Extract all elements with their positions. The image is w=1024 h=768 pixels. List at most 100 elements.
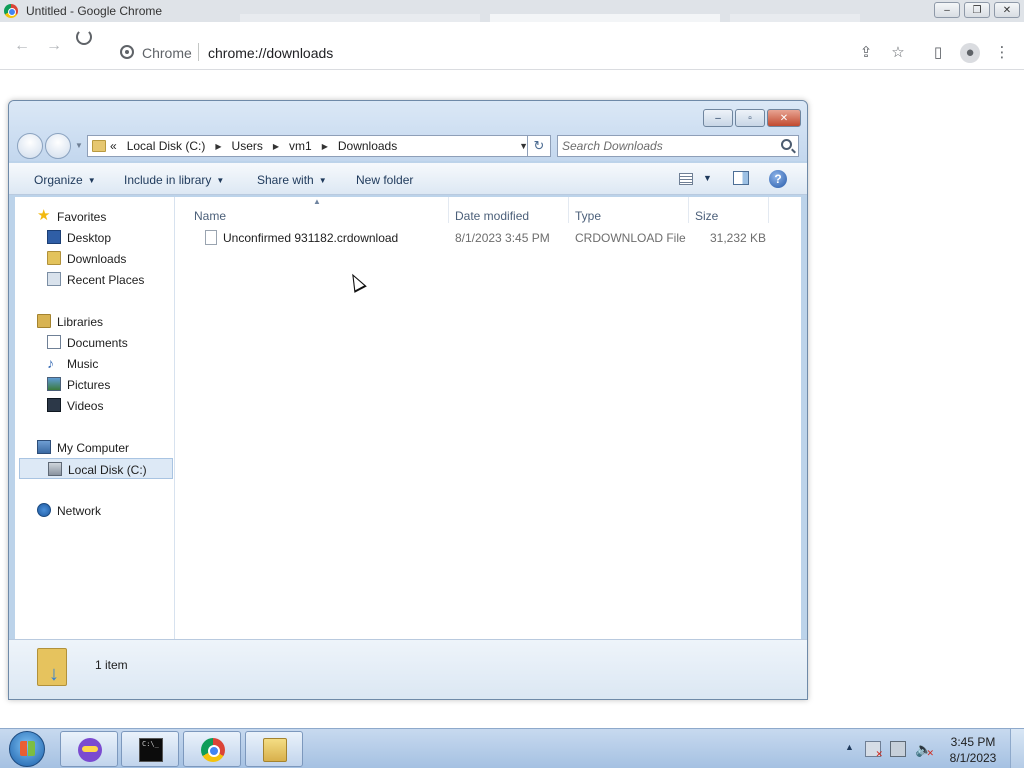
taskbar-app-explorer[interactable] xyxy=(245,731,303,767)
omnibox-url[interactable]: chrome://downloads xyxy=(208,45,333,61)
show-hidden-icons-icon[interactable]: ▲ xyxy=(845,742,854,752)
explorer-maximize-button[interactable]: ▫ xyxy=(735,109,765,127)
chevron-right-icon[interactable]: ▶ xyxy=(273,139,279,153)
action-center-icon[interactable] xyxy=(865,741,883,760)
nav-libraries[interactable]: Libraries xyxy=(15,311,175,332)
column-divider[interactable] xyxy=(688,197,689,223)
include-in-library-button[interactable]: Include in library ▼ xyxy=(124,173,224,187)
file-name[interactable]: Unconfirmed 931182.crdownload xyxy=(223,231,398,245)
nav-label: Recent Places xyxy=(67,273,145,287)
chrome-restore-button[interactable]: ❐ xyxy=(964,2,990,18)
nav-label: Videos xyxy=(67,399,104,413)
breadcrumb-item[interactable]: Local Disk (C:) xyxy=(127,139,206,153)
theater-masks-icon xyxy=(78,738,102,762)
explorer-minimize-button[interactable]: – xyxy=(703,109,733,127)
chrome-minimize-button[interactable]: – xyxy=(934,2,960,18)
column-divider[interactable] xyxy=(568,197,569,223)
nav-item-downloads[interactable]: Downloads xyxy=(15,248,175,269)
bookmark-star-icon[interactable]: ☆ xyxy=(888,43,908,63)
network-globe-icon xyxy=(37,503,51,517)
taskbar: C:\_ ▲ 🔈 3:45 PM 8/1/2023 xyxy=(0,728,1024,768)
column-header-size[interactable]: Size xyxy=(695,209,718,223)
change-view-icon[interactable] xyxy=(679,173,693,185)
side-panel-icon[interactable]: ▯ xyxy=(928,43,948,63)
nav-item-desktop[interactable]: Desktop xyxy=(15,227,175,248)
nav-label: My Computer xyxy=(57,441,130,455)
network-status-icon[interactable] xyxy=(890,741,906,757)
organize-label: Organize xyxy=(34,173,83,187)
tab-strip-tab[interactable] xyxy=(730,14,860,22)
chevron-down-icon: ▼ xyxy=(216,176,225,185)
chevron-right-icon[interactable]: ▶ xyxy=(322,139,328,153)
explorer-back-button[interactable] xyxy=(17,133,43,159)
chevron-right-icon[interactable]: ▶ xyxy=(215,139,221,153)
nav-item-videos[interactable]: Videos xyxy=(15,395,175,416)
breadcrumb-item[interactable]: Downloads xyxy=(338,139,397,153)
view-options-dropdown-icon[interactable]: ▼ xyxy=(703,173,712,183)
column-divider[interactable] xyxy=(448,197,449,223)
breadcrumb-overflow[interactable]: « xyxy=(110,139,117,153)
address-bar[interactable]: « Local Disk (C:) ▶ Users ▶ vm1 ▶ Downlo… xyxy=(87,135,533,157)
column-header-date-modified[interactable]: Date modified xyxy=(455,209,529,223)
organize-button[interactable]: Organize ▼ xyxy=(34,173,96,187)
chrome-window-title: Untitled - Google Chrome xyxy=(26,4,163,18)
search-box[interactable] xyxy=(557,135,799,157)
share-icon[interactable]: ⇪ xyxy=(856,43,876,63)
nav-item-recent-places[interactable]: Recent Places xyxy=(15,269,175,290)
recent-pages-dropdown-icon[interactable]: ▼ xyxy=(75,141,83,150)
command-prompt-icon: C:\_ xyxy=(139,738,163,762)
nav-item-documents[interactable]: Documents xyxy=(15,332,175,353)
profile-avatar-icon[interactable]: ● xyxy=(960,43,980,63)
nav-favorites[interactable]: ★ Favorites xyxy=(15,206,175,227)
help-icon[interactable]: ? xyxy=(769,170,787,188)
back-arrow-icon[interactable]: ← xyxy=(12,36,32,56)
file-size: 31,232 KB xyxy=(710,231,767,245)
loading-spinner-icon[interactable] xyxy=(76,29,92,45)
chrome-close-button[interactable]: ✕ xyxy=(994,2,1020,18)
column-divider[interactable] xyxy=(768,197,769,223)
nav-item-local-disk[interactable]: Local Disk (C:) xyxy=(19,458,173,479)
nav-item-music[interactable]: ♪ Music xyxy=(15,353,175,374)
tab-strip-tab[interactable] xyxy=(240,14,480,22)
tab-strip-tab[interactable] xyxy=(490,14,720,22)
documents-icon xyxy=(47,335,61,349)
music-note-icon: ♪ xyxy=(47,355,54,371)
breadcrumb-item[interactable]: vm1 xyxy=(289,139,312,153)
download-arrow-icon: ↓ xyxy=(49,663,59,685)
search-input[interactable] xyxy=(562,138,772,154)
chrome-window-controls: – ❐ ✕ xyxy=(934,2,1020,18)
hard-disk-icon xyxy=(48,462,62,476)
nav-network[interactable]: Network xyxy=(15,500,175,521)
volume-muted-icon[interactable]: 🔈 xyxy=(915,741,934,761)
share-with-label: Share with xyxy=(257,173,314,187)
nav-label: Desktop xyxy=(67,231,112,245)
column-header-type[interactable]: Type xyxy=(575,209,601,223)
nav-item-pictures[interactable]: Pictures xyxy=(15,374,175,395)
new-folder-button[interactable]: New folder xyxy=(356,173,413,187)
chrome-title-bar: Untitled - Google Chrome – ❐ ✕ xyxy=(0,0,1024,22)
preview-pane-icon[interactable] xyxy=(733,171,749,185)
explorer-forward-button[interactable] xyxy=(45,133,71,159)
file-row[interactable]: Unconfirmed 931182.crdownload 8/1/2023 3… xyxy=(175,227,775,249)
share-with-button[interactable]: Share with ▼ xyxy=(257,173,327,187)
explorer-close-button[interactable]: ✕ xyxy=(767,109,801,127)
nav-my-computer[interactable]: My Computer xyxy=(15,437,175,458)
taskbar-app-chrome[interactable] xyxy=(183,731,241,767)
clock-time[interactable]: 3:45 PM xyxy=(950,735,996,749)
breadcrumb-item[interactable]: Users xyxy=(232,139,263,153)
taskbar-app-masks[interactable] xyxy=(60,731,118,767)
start-button[interactable] xyxy=(9,731,45,767)
refresh-icon[interactable]: ↻ xyxy=(527,135,551,157)
nav-label: Libraries xyxy=(57,315,104,329)
taskbar-app-command-prompt[interactable]: C:\_ xyxy=(121,731,179,767)
search-icon[interactable] xyxy=(781,139,792,150)
omnibox-origin: Chrome xyxy=(142,45,192,61)
folder-icon xyxy=(92,140,106,152)
column-header-name[interactable]: Name xyxy=(194,209,226,223)
show-desktop-button[interactable] xyxy=(1010,729,1024,768)
clock-date[interactable]: 8/1/2023 xyxy=(948,751,998,765)
chevron-down-icon: ▼ xyxy=(87,176,96,185)
forward-arrow-icon[interactable]: → xyxy=(44,36,64,56)
chrome-menu-icon[interactable]: ⋮ xyxy=(992,43,1012,63)
nav-label: Documents xyxy=(67,336,128,350)
